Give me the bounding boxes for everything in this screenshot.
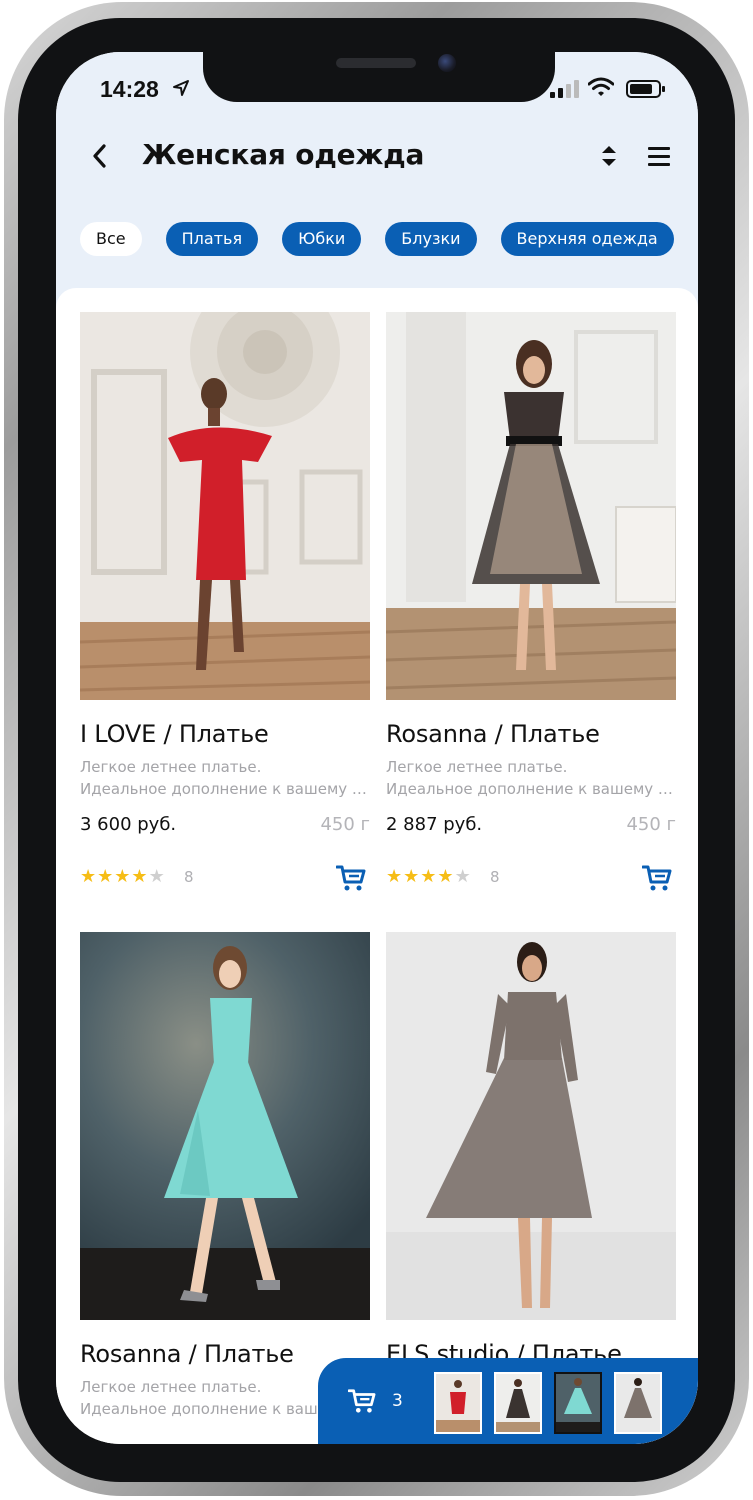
cart-bar[interactable]: 3 <box>318 1358 698 1444</box>
location-arrow-icon <box>173 80 189 96</box>
product-grid: I LOVE / Платье Легкое летнее платье. Ид… <box>56 288 698 1444</box>
add-to-cart-icon[interactable] <box>336 864 366 892</box>
star-icon: ★ <box>97 866 115 887</box>
back-button[interactable] <box>84 138 114 174</box>
menu-button[interactable] <box>644 140 674 172</box>
category-chip-skirts[interactable]: Юбки <box>282 222 362 256</box>
hamburger-menu-icon <box>648 147 670 166</box>
product-price: 3 600 руб. <box>80 814 177 835</box>
cart-item-thumbnail[interactable] <box>554 1372 602 1434</box>
product-image[interactable] <box>80 312 370 700</box>
category-chip-outerwear[interactable]: Верхняя одежда <box>500 222 674 256</box>
navigation-bar: Женская одежда <box>56 132 698 180</box>
price-row: 2 887 руб. 450 г <box>386 814 676 840</box>
star-icon: ★ <box>420 866 438 887</box>
category-filter: Все Платья Юбки Блузки Верхняя одежда <box>80 222 698 258</box>
product-card[interactable]: Rosanna / Платье Легкое летнее платье. И… <box>386 312 676 892</box>
product-image[interactable] <box>386 312 676 700</box>
page-title: Женская одежда <box>142 138 425 171</box>
cellular-signal-icon <box>550 80 579 98</box>
star-icon: ★ <box>403 866 421 887</box>
status-time: 14:28 <box>100 76 159 102</box>
product-card[interactable]: Rosanna / Платье Легкое летнее платье. И… <box>80 932 370 1420</box>
phone-camera <box>438 54 456 72</box>
battery-icon <box>626 80 665 98</box>
product-name: Rosanna / Платье <box>80 1340 294 1368</box>
category-chip-all[interactable]: Все <box>80 222 142 256</box>
product-weight: 450 г <box>320 814 370 835</box>
shopping-cart-icon[interactable] <box>348 1388 376 1414</box>
product-card[interactable]: I LOVE / Платье Легкое летнее платье. Ид… <box>80 312 370 892</box>
cart-item-thumbnail[interactable] <box>434 1372 482 1434</box>
product-name: Rosanna / Платье <box>386 720 600 748</box>
rating-row: ★★★★★ 8 <box>80 864 370 892</box>
star-rating: ★★★★★ <box>386 866 472 887</box>
wifi-icon <box>588 77 614 96</box>
price-row: 3 600 руб. 450 г <box>80 814 370 840</box>
star-rating: ★★★★★ <box>80 866 166 887</box>
cart-item-count: 3 <box>392 1391 403 1411</box>
star-icon: ★ <box>131 866 149 887</box>
category-chip-blouses[interactable]: Блузки <box>385 222 477 256</box>
rating-row: ★★★★★ 8 <box>386 864 676 892</box>
star-icon: ★ <box>80 866 98 887</box>
product-weight: 450 г <box>626 814 676 835</box>
product-name: I LOVE / Платье <box>80 720 269 748</box>
star-icon: ★ <box>386 866 404 887</box>
star-icon: ★ <box>114 866 132 887</box>
category-chip-dresses[interactable]: Платья <box>165 222 259 256</box>
app-screen: 14:28 Женская одежда Все Платья Юбки Блу… <box>56 52 698 1444</box>
cart-item-thumbnail[interactable] <box>494 1372 542 1434</box>
star-icon: ★ <box>437 866 455 887</box>
cart-item-thumbnail[interactable] <box>614 1372 662 1434</box>
chevron-left-icon <box>93 144 106 168</box>
phone-speaker <box>336 58 416 68</box>
product-description: Легкое летнее платье. Идеальное дополнен… <box>80 758 370 798</box>
sort-icon <box>602 146 616 166</box>
review-count: 8 <box>490 868 500 886</box>
add-to-cart-icon[interactable] <box>642 864 672 892</box>
product-price: 2 887 руб. <box>386 814 483 835</box>
review-count: 8 <box>184 868 194 886</box>
product-image[interactable] <box>386 932 676 1320</box>
sort-button[interactable] <box>594 140 624 172</box>
product-card[interactable]: ELS studio / Платье <box>386 932 676 1368</box>
product-image[interactable] <box>80 932 370 1320</box>
star-empty-icon: ★ <box>148 866 166 887</box>
product-description: Легкое летнее платье. Идеальное дополнен… <box>386 758 676 798</box>
star-empty-icon: ★ <box>454 866 472 887</box>
